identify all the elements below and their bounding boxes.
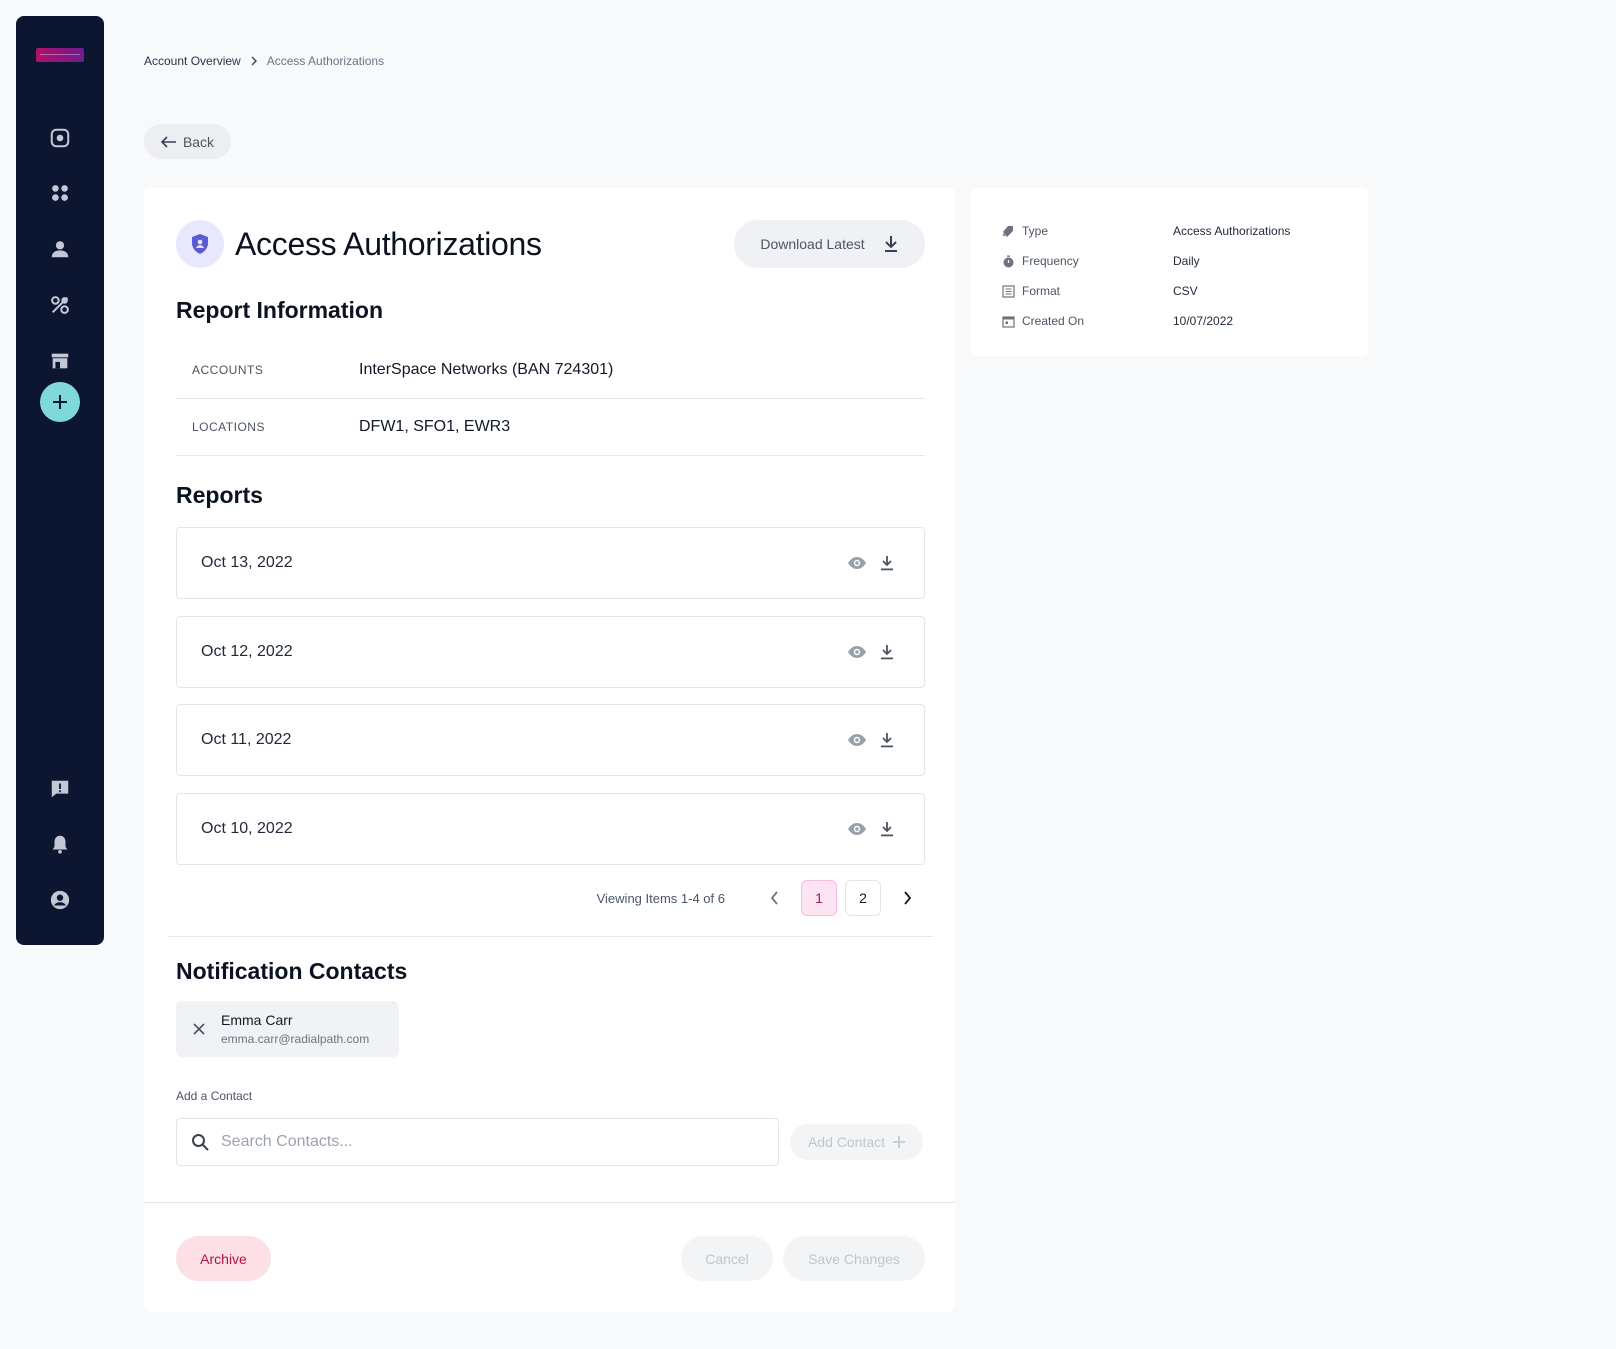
- section-divider: [168, 936, 933, 937]
- shield-icon: [176, 220, 224, 268]
- plus-icon: [893, 1136, 906, 1148]
- report-details-card: Type Access Authorizations Frequency Dai…: [971, 188, 1368, 356]
- archive-button[interactable]: Archive: [176, 1236, 271, 1281]
- store-icon[interactable]: [40, 341, 80, 381]
- stopwatch-icon: [1001, 254, 1015, 268]
- detail-value: Access Authorizations: [1173, 224, 1291, 238]
- breadcrumb-current: Access Authorizations: [266, 54, 385, 68]
- bell-icon[interactable]: [40, 824, 80, 864]
- user-icon[interactable]: [40, 229, 80, 269]
- report-row[interactable]: Oct 12, 2022: [176, 616, 925, 688]
- brand-logo[interactable]: [36, 48, 84, 62]
- report-row[interactable]: Oct 11, 2022: [176, 704, 925, 776]
- apps-icon[interactable]: [40, 173, 80, 213]
- add-contact-label: Add a Contact: [176, 1089, 253, 1103]
- tools-icon[interactable]: [40, 285, 80, 325]
- contact-search-box: [176, 1118, 779, 1166]
- sidebar: [16, 16, 104, 945]
- close-icon[interactable]: [190, 1020, 208, 1038]
- dashboard-icon[interactable]: [40, 118, 80, 158]
- search-icon: [192, 1134, 209, 1151]
- report-date: Oct 13, 2022: [201, 554, 293, 571]
- arrow-left-icon: [160, 135, 176, 148]
- reports-title: Reports: [176, 482, 263, 508]
- breadcrumb: Account Overview Access Authorizations: [144, 54, 384, 68]
- detail-row-format: Format CSV: [971, 276, 1368, 306]
- add-contact-label-text: Add Contact: [807, 1134, 886, 1150]
- cancel-button[interactable]: Cancel: [681, 1236, 773, 1281]
- page-title: Access Authorizations: [235, 226, 542, 262]
- download-icon: [884, 236, 897, 252]
- info-label: LOCATIONS: [192, 420, 265, 434]
- page-button-2[interactable]: 2: [845, 880, 881, 916]
- eye-icon[interactable]: [846, 818, 868, 840]
- eye-icon[interactable]: [846, 729, 868, 751]
- pagination: Viewing Items 1-4 of 6 1 2: [144, 880, 925, 916]
- download-icon[interactable]: [876, 641, 898, 663]
- download-icon[interactable]: [876, 552, 898, 574]
- report-date: Oct 10, 2022: [201, 820, 293, 837]
- detail-label: Type: [1022, 224, 1049, 238]
- report-detail-card: Access Authorizations Download Latest Re…: [144, 188, 955, 1312]
- footer-divider: [144, 1202, 955, 1203]
- report-row[interactable]: Oct 13, 2022: [176, 527, 925, 599]
- info-value: InterSpace Networks (BAN 724301): [359, 361, 614, 378]
- contact-name: Emma Carr: [221, 1012, 293, 1028]
- contact-email: emma.carr@radialpath.com: [221, 1032, 370, 1046]
- pagination-summary: Viewing Items 1-4 of 6: [596, 890, 725, 906]
- eye-icon[interactable]: [846, 552, 868, 574]
- info-label: ACCOUNTS: [192, 363, 264, 377]
- detail-row-created-on: Created On 10/07/2022: [971, 306, 1368, 336]
- back-label: Back: [182, 133, 215, 150]
- detail-row-frequency: Frequency Daily: [971, 246, 1368, 276]
- report-date: Oct 12, 2022: [201, 643, 293, 660]
- detail-label: Format: [1022, 284, 1061, 298]
- detail-label: Frequency: [1022, 254, 1079, 268]
- info-value: DFW1, SFO1, EWR3: [359, 418, 511, 435]
- detail-value: 10/07/2022: [1173, 314, 1234, 328]
- download-latest-label: Download Latest: [760, 236, 865, 252]
- info-row-locations: LOCATIONS DFW1, SFO1, EWR3: [176, 399, 925, 456]
- chevron-right-icon: [251, 56, 257, 66]
- contact-chip: Emma Carr emma.carr@radialpath.com: [176, 1001, 399, 1057]
- add-contact-button[interactable]: Add Contact: [790, 1124, 923, 1160]
- download-icon[interactable]: [876, 818, 898, 840]
- eye-icon[interactable]: [846, 641, 868, 663]
- feedback-icon[interactable]: [40, 769, 80, 809]
- download-icon[interactable]: [876, 729, 898, 751]
- notification-contacts-title: Notification Contacts: [176, 958, 408, 984]
- report-row[interactable]: Oct 10, 2022: [176, 793, 925, 865]
- detail-label: Created On: [1022, 314, 1085, 328]
- account-icon[interactable]: [40, 880, 80, 920]
- chevron-right-icon[interactable]: [889, 880, 925, 916]
- search-contacts-input[interactable]: [221, 1133, 761, 1151]
- report-date: Oct 11, 2022: [201, 731, 292, 748]
- page-button-1[interactable]: 1: [801, 880, 837, 916]
- list-icon: [1001, 284, 1015, 298]
- calendar-icon: [1001, 314, 1015, 328]
- info-row-accounts: ACCOUNTS InterSpace Networks (BAN 724301…: [176, 342, 925, 399]
- breadcrumb-account-overview[interactable]: Account Overview: [144, 54, 241, 68]
- chevron-left-icon[interactable]: [757, 880, 793, 916]
- back-button[interactable]: Back: [144, 124, 231, 159]
- detail-value: Daily: [1173, 254, 1200, 268]
- tag-icon: [1001, 224, 1015, 238]
- download-latest-button[interactable]: Download Latest: [734, 220, 925, 268]
- detail-row-type: Type Access Authorizations: [971, 216, 1368, 246]
- report-information-title: Report Information: [176, 297, 383, 323]
- detail-value: CSV: [1173, 284, 1198, 298]
- save-changes-button[interactable]: Save Changes: [783, 1236, 925, 1281]
- add-icon[interactable]: [40, 382, 80, 422]
